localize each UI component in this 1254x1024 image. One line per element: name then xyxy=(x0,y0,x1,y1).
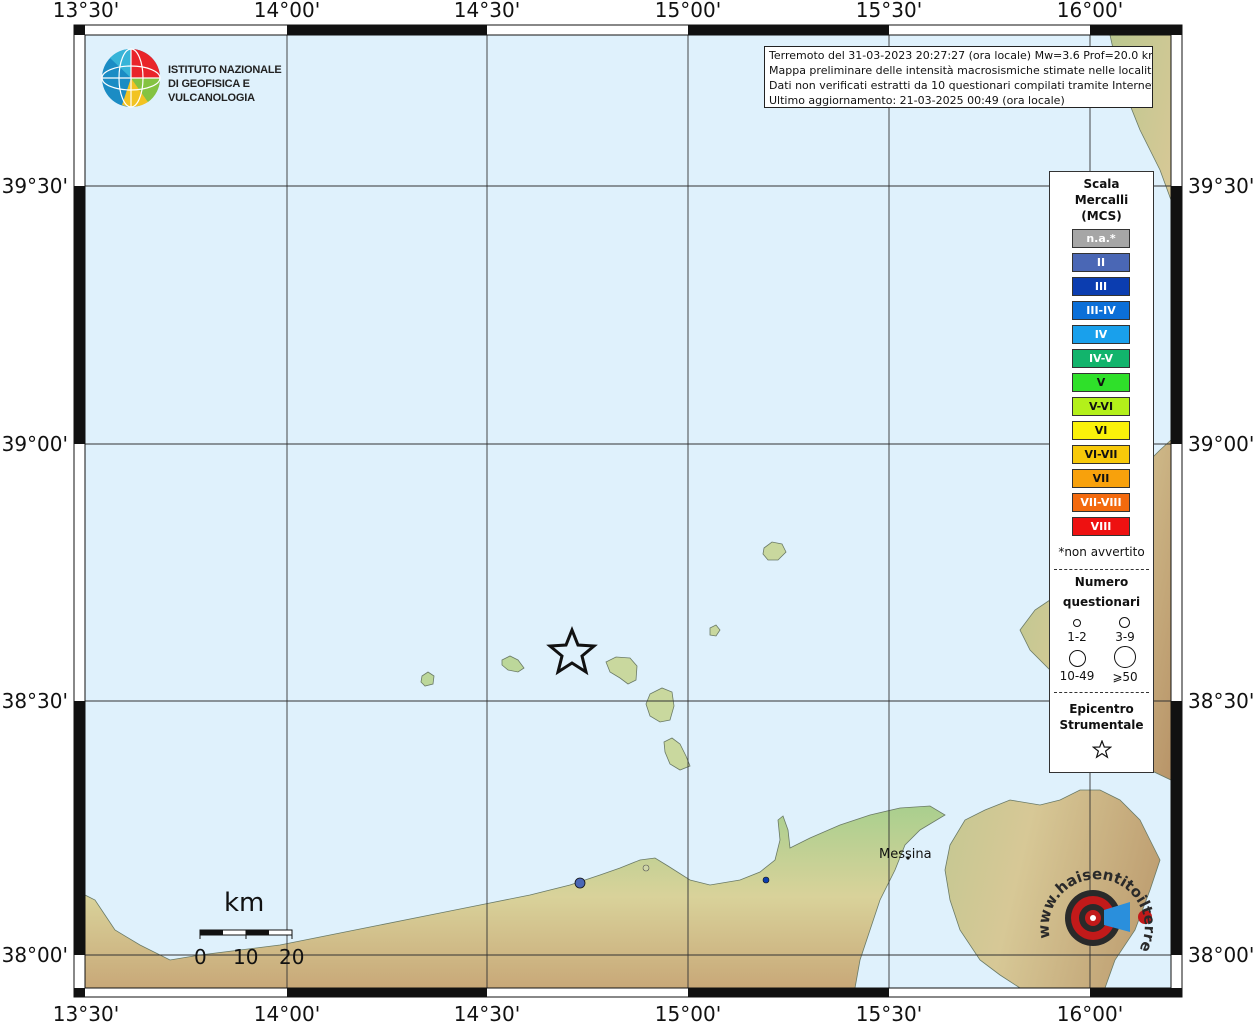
count-circle-small xyxy=(1073,619,1081,627)
observation-point[interactable] xyxy=(574,877,586,889)
epicenter-title-1: Epicentro xyxy=(1069,702,1134,716)
lat-label: 38°30' xyxy=(1188,689,1254,713)
count-circle-xlarge xyxy=(1114,646,1136,668)
observation-point[interactable] xyxy=(762,876,770,884)
ingv-globe-icon xyxy=(101,48,161,108)
lon-label: 16°00' xyxy=(1057,1002,1123,1024)
epicenter-star-icon xyxy=(1092,740,1112,759)
lon-label: 15°30' xyxy=(856,0,922,22)
intensity-swatch: III xyxy=(1072,277,1130,296)
intensity-swatch: III-IV xyxy=(1072,301,1130,320)
lat-label: 39°30' xyxy=(2,174,68,198)
intensity-swatch: IV xyxy=(1072,325,1130,344)
lat-label: 38°30' xyxy=(2,689,68,713)
intensity-swatch: VII-VIII xyxy=(1072,493,1130,512)
messina-marker xyxy=(906,856,910,860)
lon-label: 13°30' xyxy=(53,1002,119,1024)
intensity-swatch: VII xyxy=(1072,469,1130,488)
count-class-label: ⩾50 xyxy=(1112,670,1138,684)
lat-label: 39°00' xyxy=(2,432,68,456)
not-felt-note: *non avvertito xyxy=(1058,545,1145,559)
logo-line-1: ISTITUTO NAZIONALE xyxy=(168,64,282,76)
right-latitude-labels: 39°30' 39°00' 38°30' 38°00' xyxy=(1188,174,1254,967)
intensity-swatch: V xyxy=(1072,373,1130,392)
lon-label: 13°30' xyxy=(53,0,119,22)
info-line-3: Dati non verificati estratti da 10 quest… xyxy=(769,79,1153,92)
intensity-swatch: n.a.* xyxy=(1072,229,1130,248)
intensity-swatch: VI-VII xyxy=(1072,445,1130,464)
intensity-swatch: VIII xyxy=(1072,517,1130,536)
lon-label: 15°00' xyxy=(655,1002,721,1024)
place-label-messina: Messina xyxy=(879,847,932,862)
legend-panel: Scala Mercalli (MCS) n.a.* II III III-IV IV I… xyxy=(1049,171,1154,773)
event-info-box: Terremoto del 31-03-2023 20:27:27 (ora l… xyxy=(764,46,1153,108)
legend-title-2: Mercalli xyxy=(1074,193,1129,207)
lat-label: 38°00' xyxy=(1188,943,1254,967)
lon-label: 16°00' xyxy=(1057,0,1123,22)
epicenter-title-2: Strumentale xyxy=(1059,718,1144,732)
scale-tick-label: 20 xyxy=(279,945,305,969)
logo-line-2: DI GEOFISICA E VULCANOLOGIA xyxy=(168,78,255,104)
count-class-label: 3-9 xyxy=(1115,630,1135,644)
legend-title-1: Scala xyxy=(1083,177,1120,191)
top-longitude-labels: 13°30' 14°00' 14°30' 15°00' 15°30' 16°00… xyxy=(53,0,1123,22)
intensity-swatch: VI xyxy=(1072,421,1130,440)
bottom-longitude-labels: 13°30' 14°00' 14°30' 15°00' 15°30' 16°00… xyxy=(53,1002,1123,1024)
count-title-2: questionari xyxy=(1062,595,1141,609)
legend-separator xyxy=(1054,569,1149,570)
town-marker xyxy=(642,864,650,872)
count-circle-large xyxy=(1069,650,1086,667)
intensity-swatch: V-VI xyxy=(1072,397,1130,416)
scale-ruler xyxy=(199,929,293,939)
count-class-label: 1-2 xyxy=(1067,630,1087,644)
info-line-4: Ultimo aggiornamento: 21-03-2025 00:49 (… xyxy=(769,94,1065,107)
lon-label: 14°30' xyxy=(454,1002,520,1024)
count-circle-medium xyxy=(1119,617,1130,628)
lon-label: 15°00' xyxy=(655,0,721,22)
lat-label: 39°00' xyxy=(1188,432,1254,456)
info-line-1: Terremoto del 31-03-2023 20:27:27 (ora l… xyxy=(769,49,1153,62)
scale-unit: km xyxy=(224,888,265,918)
lon-label: 14°30' xyxy=(454,0,520,22)
lon-label: 15°30' xyxy=(856,1002,922,1024)
lon-label: 14°00' xyxy=(254,0,320,22)
intensity-swatch: II xyxy=(1072,253,1130,272)
lat-label: 38°00' xyxy=(2,943,68,967)
legend-separator xyxy=(1054,692,1149,693)
scale-tick-label: 0 xyxy=(194,945,207,969)
ingv-logo: ISTITUTO NAZIONALE DI GEOFISICA E VULCAN… xyxy=(100,47,320,111)
scale-bar: km 0 10 20 xyxy=(192,888,312,972)
count-class-label: 10-49 xyxy=(1059,669,1095,683)
scale-tick-label: 10 xyxy=(233,945,259,969)
left-latitude-labels: 39°30' 39°00' 38°30' 38°00' xyxy=(2,174,68,967)
lon-label: 14°00' xyxy=(254,1002,320,1024)
count-title-1: Numero xyxy=(1074,575,1129,589)
legend-title-3: (MCS) xyxy=(1081,209,1122,223)
lat-label: 39°30' xyxy=(1188,174,1254,198)
intensity-swatch: IV-V xyxy=(1072,349,1130,368)
info-line-2: Mappa preliminare delle intensità macros… xyxy=(769,64,1153,77)
